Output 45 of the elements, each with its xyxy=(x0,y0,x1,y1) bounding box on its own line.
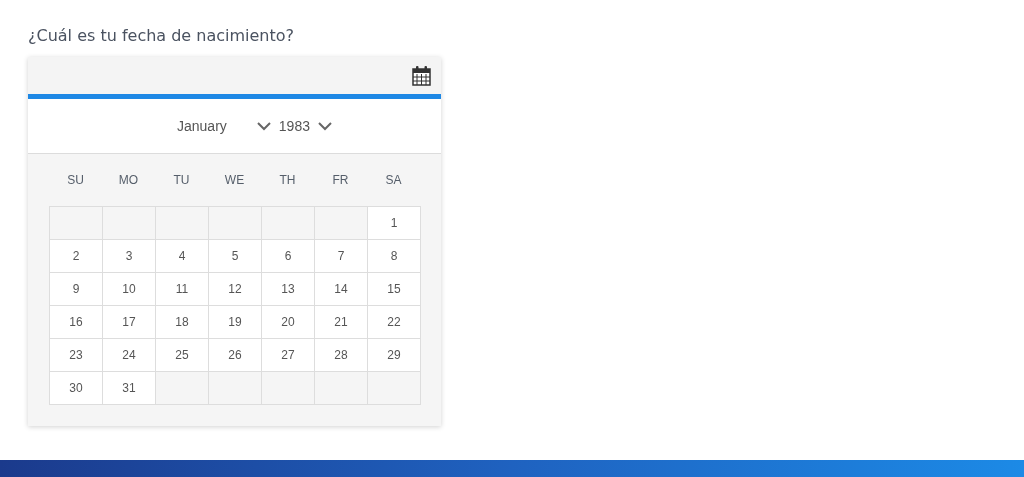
day-cell[interactable]: 12 xyxy=(209,273,262,306)
day-cell[interactable]: 24 xyxy=(103,339,156,372)
weekday-label: MO xyxy=(117,172,140,189)
day-cell[interactable]: 15 xyxy=(368,273,421,306)
day-cell[interactable]: 1 xyxy=(368,207,421,240)
day-cell[interactable]: 6 xyxy=(262,240,315,273)
question-label: ¿Cuál es tu fecha de nacimiento? xyxy=(28,26,296,45)
day-cell[interactable]: 19 xyxy=(209,306,262,339)
year-select[interactable]: 1983 xyxy=(278,118,332,134)
day-cell[interactable]: 28 xyxy=(315,339,368,372)
weekday-label: FR xyxy=(331,172,350,189)
day-cell[interactable]: 5 xyxy=(209,240,262,273)
day-cell[interactable]: 10 xyxy=(103,273,156,306)
day-cell[interactable]: 18 xyxy=(156,306,209,339)
day-cell[interactable]: 31 xyxy=(103,372,156,405)
day-cell[interactable]: 27 xyxy=(262,339,315,372)
weekday-label: WE xyxy=(223,172,246,189)
weekday-label: TU xyxy=(172,172,191,189)
day-cell[interactable]: 23 xyxy=(50,339,103,372)
day-cell[interactable]: 17 xyxy=(103,306,156,339)
day-cell[interactable]: 25 xyxy=(156,339,209,372)
day-cell[interactable]: 26 xyxy=(209,339,262,372)
day-cell[interactable]: 2 xyxy=(50,240,103,273)
day-cell[interactable]: 30 xyxy=(50,372,103,405)
day-cell[interactable]: 21 xyxy=(315,306,368,339)
day-cell[interactable]: 22 xyxy=(368,306,421,339)
chevron-down-icon xyxy=(318,121,332,131)
day-cell[interactable]: 13 xyxy=(262,273,315,306)
day-cell[interactable]: 20 xyxy=(262,306,315,339)
month-select[interactable]: January xyxy=(177,118,271,134)
weekday-label: SU xyxy=(66,172,85,189)
day-cell[interactable]: 8 xyxy=(368,240,421,273)
day-cell[interactable]: 11 xyxy=(156,273,209,306)
date-input-field[interactable] xyxy=(28,57,441,99)
day-cell[interactable]: 9 xyxy=(50,273,103,306)
day-cell[interactable]: 14 xyxy=(315,273,368,306)
weekday-label: SA xyxy=(384,172,403,189)
day-cell[interactable]: 3 xyxy=(103,240,156,273)
day-cell[interactable]: 29 xyxy=(368,339,421,372)
chevron-down-icon xyxy=(256,121,271,131)
day-cell[interactable]: 16 xyxy=(50,306,103,339)
calendar-icon[interactable] xyxy=(412,65,431,86)
weekday-label: TH xyxy=(278,172,297,189)
day-cell[interactable]: 7 xyxy=(315,240,368,273)
day-cell[interactable]: 4 xyxy=(156,240,209,273)
